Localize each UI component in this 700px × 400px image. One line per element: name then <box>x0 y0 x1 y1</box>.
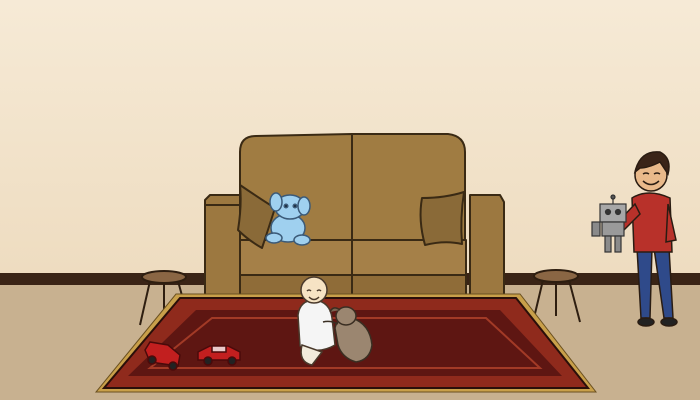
living-room-scene <box>0 0 700 400</box>
scene-canvas <box>0 0 700 400</box>
